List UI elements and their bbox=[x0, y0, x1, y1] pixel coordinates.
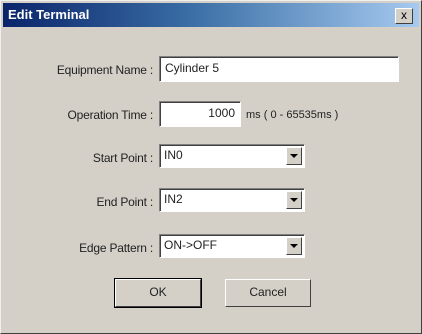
chevron-down-icon[interactable] bbox=[286, 237, 302, 255]
ok-button[interactable]: OK bbox=[114, 278, 202, 308]
edge-pattern-label: Edge Pattern : bbox=[79, 241, 153, 255]
equipment-name-value: Cylinder 5 bbox=[165, 61, 220, 75]
equipment-name-label: Equipment Name : bbox=[56, 63, 153, 77]
edit-terminal-dialog: Edit Terminal x Equipment Name : Cylinde… bbox=[0, 0, 422, 334]
close-button[interactable]: x bbox=[395, 8, 413, 24]
title-bar[interactable]: Edit Terminal x bbox=[3, 3, 419, 27]
close-icon: x bbox=[401, 8, 407, 22]
start-point-label: Start Point : bbox=[92, 151, 153, 165]
start-point-select[interactable]: IN0 bbox=[159, 144, 305, 168]
edge-pattern-select[interactable]: ON->OFF bbox=[159, 234, 305, 258]
edge-pattern-value: ON->OFF bbox=[164, 238, 217, 252]
end-point-value: IN2 bbox=[164, 192, 183, 206]
window-title: Edit Terminal bbox=[8, 7, 90, 22]
equipment-name-input[interactable]: Cylinder 5 bbox=[159, 56, 399, 82]
start-point-value: IN0 bbox=[164, 148, 183, 162]
end-point-select[interactable]: IN2 bbox=[159, 188, 305, 212]
operation-time-label: Operation Time : bbox=[67, 108, 153, 122]
operation-time-value: 1000 bbox=[208, 106, 235, 120]
operation-time-input[interactable]: 1000 bbox=[159, 101, 241, 127]
chevron-down-icon[interactable] bbox=[286, 147, 302, 165]
cancel-button[interactable]: Cancel bbox=[225, 279, 311, 307]
operation-time-range-hint: ms ( 0 - 65535ms ) bbox=[246, 109, 339, 121]
chevron-down-icon[interactable] bbox=[286, 191, 302, 209]
end-point-label: End Point : bbox=[96, 195, 153, 209]
